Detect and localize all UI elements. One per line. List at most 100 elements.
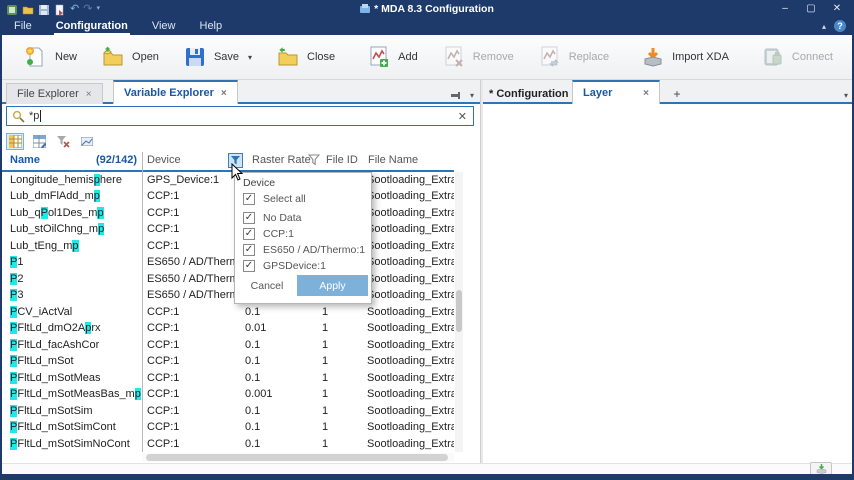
checkbox-icon[interactable]: ✓: [243, 244, 255, 256]
display-mode-icon[interactable]: [78, 133, 96, 150]
table-row[interactable]: Lub_stOilChng_mpCCP:1Sootloading_Extra.m…: [2, 221, 454, 237]
table-row[interactable]: PFltLd_mSotCCP:10.11Sootloading_Extra.mf…: [2, 353, 454, 369]
close-tab-icon[interactable]: ×: [86, 89, 92, 100]
clear-search-icon[interactable]: ✕: [458, 110, 467, 123]
layer-list-dropdown-icon[interactable]: ▾: [844, 91, 848, 100]
checkbox-icon[interactable]: ✓: [243, 260, 255, 272]
table-toolbar: [6, 132, 96, 150]
table-row[interactable]: Lub_qPol1Des_mpCCP:1Sootloading_Extra.mf…: [2, 205, 454, 221]
table-row[interactable]: PFltLd_mSotSimCCP:10.11Sootloading_Extra…: [2, 403, 454, 419]
help-icon[interactable]: ?: [834, 20, 846, 32]
cell-name: PFltLd_mSot: [10, 353, 74, 370]
table-row[interactable]: P2ES650 / AD/Thermo:1Sootloading_Extra.m…: [2, 271, 454, 287]
remove-button[interactable]: Remove: [430, 39, 526, 75]
filter-option[interactable]: ✓No Data: [243, 212, 302, 224]
table-row[interactable]: Lub_tEng_mpCCP:1Sootloading_Extra.mf4: [2, 238, 454, 254]
close-tab-icon[interactable]: ×: [221, 88, 227, 99]
pin-icon[interactable]: [451, 91, 462, 100]
horizontal-scrollbar[interactable]: [142, 453, 454, 462]
cell-raster-rate: 0.1: [245, 403, 260, 420]
cell-raster-rate: 0.1: [245, 436, 260, 453]
search-input[interactable]: *p ✕: [6, 106, 474, 126]
cell-file-name: Sootloading_Extra.mf4: [367, 370, 454, 387]
replace-button[interactable]: Replace: [526, 39, 621, 75]
cell-device: CCP:1: [147, 353, 179, 370]
clear-filter-icon[interactable]: [54, 133, 72, 150]
qat-dropdown-icon[interactable]: ▾: [96, 3, 100, 15]
table-row[interactable]: P3ES650 / AD/Thermo:1Sootloading_Extra.m…: [2, 287, 454, 303]
filter-apply-button[interactable]: Apply: [297, 275, 368, 296]
connect-button[interactable]: Connect: [749, 39, 845, 75]
cell-file-id: 1: [322, 436, 328, 453]
menu-help[interactable]: Help: [188, 17, 235, 35]
table-row[interactable]: P1ES650 / AD/Thermo:1Sootloading_Extra.m…: [2, 254, 454, 270]
checkbox-icon[interactable]: ✓: [243, 193, 255, 205]
tab-variable-explorer[interactable]: Variable Explorer ×: [113, 80, 238, 104]
close-button-toolbar[interactable]: Close: [264, 39, 347, 75]
close-tab-icon[interactable]: ×: [643, 88, 649, 99]
export-quick-icon[interactable]: [54, 3, 66, 15]
open-button[interactable]: Open: [89, 39, 171, 75]
save-button[interactable]: Save ▾: [171, 39, 264, 75]
save-dropdown-icon[interactable]: ▾: [248, 53, 252, 62]
app-icon: [6, 3, 18, 15]
vertical-scrollbar[interactable]: [455, 172, 463, 452]
cell-file-name: Sootloading_Extra.mf4: [367, 403, 454, 420]
add-label: Add: [398, 51, 418, 63]
menu-view[interactable]: View: [140, 17, 188, 35]
tab-file-explorer[interactable]: File Explorer ×: [6, 83, 103, 104]
tab-label: Variable Explorer: [124, 87, 214, 99]
column-header-file-id[interactable]: File ID: [326, 154, 358, 166]
column-header-name[interactable]: Name: [10, 154, 40, 166]
cell-file-name: Sootloading_Extra.mf4: [367, 287, 454, 304]
table-row[interactable]: PFltLd_facAshCorCCP:10.11Sootloading_Ext…: [2, 337, 454, 353]
table-row[interactable]: PFltLd_mSotMeasBas_mpCCP:10.0011Sootload…: [2, 386, 454, 402]
tab-layer[interactable]: Layer ×: [572, 80, 660, 104]
table-row[interactable]: PCV_iActValCCP:10.11Sootloading_Extra.mf…: [2, 304, 454, 320]
checkbox-icon[interactable]: ✓: [243, 212, 255, 224]
table-row[interactable]: PFltLd_mSotSimContCCP:10.11Sootloading_E…: [2, 419, 454, 435]
tab-label: Layer: [583, 87, 612, 99]
grid-view-icon[interactable]: [6, 133, 24, 150]
table-row[interactable]: PFltLd_mSotSimNoContCCP:10.11Sootloading…: [2, 436, 454, 452]
redo-icon[interactable]: ↷: [83, 3, 92, 15]
column-header-raster-rate[interactable]: Raster Rate: [252, 154, 311, 166]
remove-label: Remove: [473, 51, 514, 63]
horizontal-scrollbar-thumb[interactable]: [146, 454, 448, 461]
raster-rate-filter-icon[interactable]: [308, 154, 320, 169]
undo-icon[interactable]: ↶: [70, 3, 79, 15]
table-row[interactable]: Lub_dmFlAdd_mpCCP:1Sootloading_Extra.mf4: [2, 188, 454, 204]
filter-option[interactable]: ✓CCP:1: [243, 228, 294, 240]
open-quick-icon[interactable]: [22, 3, 34, 15]
filter-cancel-button[interactable]: Cancel: [243, 276, 291, 296]
search-value: *p: [29, 110, 39, 122]
device-filter-popup: Device ✓Select all✓No Data✓CCP:1✓ES650 /…: [234, 172, 372, 304]
menu-file[interactable]: File: [2, 17, 44, 35]
tab-list-dropdown-icon[interactable]: ▾: [470, 91, 474, 100]
save-quick-icon[interactable]: [38, 3, 50, 15]
open-folder-icon: [101, 45, 125, 69]
table-row[interactable]: Longitude_hemisphereGPS_Device:1Sootload…: [2, 172, 454, 188]
device-filter-icon[interactable]: [228, 153, 243, 168]
import-xda-button[interactable]: Import XDA: [629, 39, 741, 75]
menu-configuration[interactable]: Configuration: [44, 17, 140, 35]
filter-option[interactable]: ✓ES650 / AD/Thermo:1: [243, 244, 365, 256]
table-row[interactable]: PFltLd_dmO2AprxCCP:10.011Sootloading_Ext…: [2, 320, 454, 336]
collapse-ribbon-icon[interactable]: ▴: [822, 22, 826, 31]
new-button[interactable]: New: [12, 39, 89, 75]
vertical-scrollbar-thumb[interactable]: [456, 290, 462, 332]
filter-option[interactable]: ✓Select all: [243, 193, 306, 205]
close-button[interactable]: ✕: [824, 0, 850, 16]
column-header-file-name[interactable]: File Name: [368, 154, 418, 166]
minimize-button[interactable]: –: [772, 0, 798, 16]
add-layer-tab-button[interactable]: +: [669, 87, 685, 101]
column-header-device[interactable]: Device: [147, 154, 181, 166]
edit-grid-icon[interactable]: [30, 133, 48, 150]
checkbox-icon[interactable]: ✓: [243, 228, 255, 240]
maximize-button[interactable]: ▢: [798, 0, 824, 16]
table-row[interactable]: PFltLd_mSotMeasCCP:10.11Sootloading_Extr…: [2, 370, 454, 386]
menu-bar: File Configuration View Help ▴ ?: [2, 17, 852, 35]
add-button[interactable]: Add: [355, 39, 430, 75]
filter-option[interactable]: ✓GPSDevice:1: [243, 260, 326, 272]
configuration-selector[interactable]: * Configuration ▾: [489, 88, 582, 100]
